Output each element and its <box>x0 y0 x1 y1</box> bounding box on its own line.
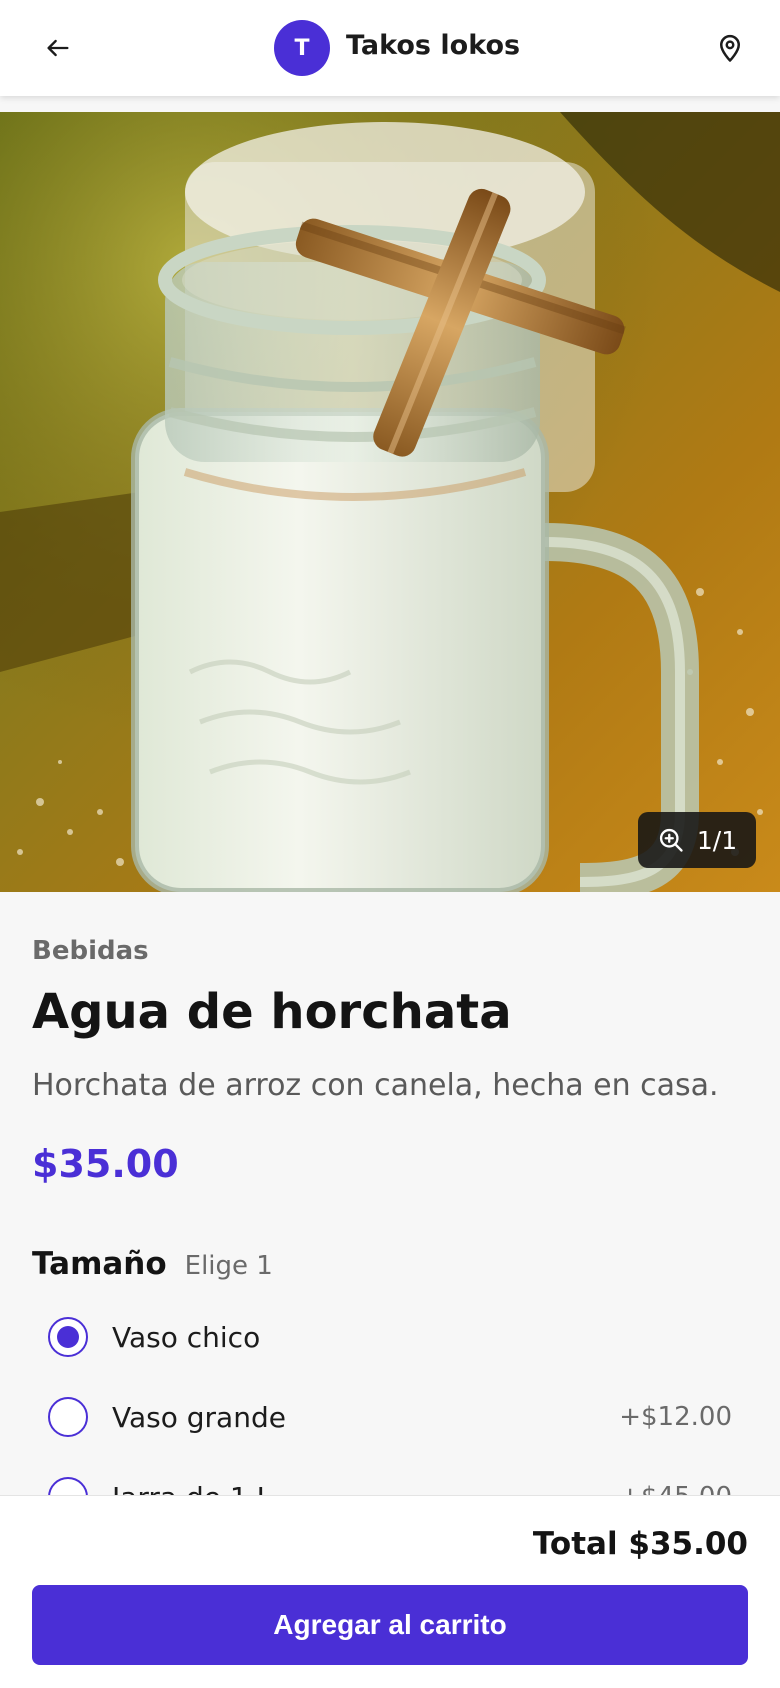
back-button[interactable] <box>36 26 80 70</box>
image-zoom-counter[interactable]: 1/1 <box>638 812 756 868</box>
size-section-hint: Elige 1 <box>184 1251 273 1281</box>
top-app-bar: T Takos lokos <box>0 0 780 96</box>
option-label: Vaso grande <box>112 1400 286 1434</box>
location-button[interactable] <box>708 26 752 70</box>
zoom-in-icon <box>657 826 685 854</box>
size-section-title: Tamaño <box>32 1246 167 1282</box>
order-total: Total $35.00 <box>532 1526 748 1562</box>
size-option-vaso-grande[interactable]: Vaso grande +$12.00 <box>32 1387 748 1447</box>
store-brand[interactable]: T Takos lokos <box>274 20 520 76</box>
arrow-left-icon <box>47 39 69 57</box>
store-avatar: T <box>274 20 330 76</box>
radio-unselected-icon[interactable] <box>48 1397 88 1437</box>
option-label: Vaso chico <box>112 1320 261 1354</box>
product-title: Agua de horchata <box>32 984 512 1040</box>
radio-selected-icon[interactable] <box>48 1317 88 1357</box>
size-section-header: Tamaño Elige 1 <box>32 1246 273 1282</box>
size-option-vaso-chico[interactable]: Vaso chico <box>32 1307 748 1367</box>
product-category: Bebidas <box>32 936 149 966</box>
store-name: Takos lokos <box>346 29 521 61</box>
product-description: Horchata de arroz con canela, hecha en c… <box>32 1068 719 1103</box>
horchata-illustration <box>0 112 780 892</box>
product-price: $35.00 <box>32 1142 179 1186</box>
add-to-cart-button[interactable]: Agregar al carrito <box>32 1585 748 1665</box>
product-image[interactable]: 1/1 <box>0 112 780 892</box>
checkout-bar: Total $35.00 Agregar al carrito <box>0 1495 780 1688</box>
option-price: +$12.00 <box>619 1402 732 1432</box>
image-counter-text: 1/1 <box>696 825 738 855</box>
map-pin-icon <box>720 34 740 62</box>
